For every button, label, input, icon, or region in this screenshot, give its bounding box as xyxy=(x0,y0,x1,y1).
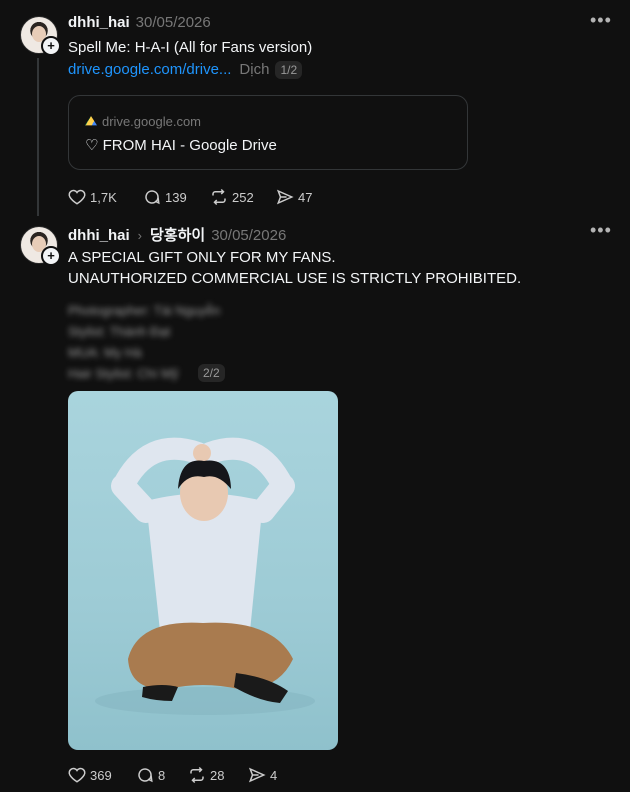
link-preview-card[interactable]: drive.google.com ♡ FROM HAI - Google Dri… xyxy=(68,95,468,170)
comment-button[interactable]: 139 xyxy=(143,188,187,206)
credit-line: MUA: My Hà xyxy=(68,345,142,360)
share-button[interactable]: 4 xyxy=(248,766,277,784)
timestamp[interactable]: 30/05/2026 xyxy=(211,227,286,244)
comment-icon xyxy=(138,768,153,783)
topic-tag[interactable]: 당홍하이 xyxy=(150,227,205,244)
repost-icon xyxy=(212,188,226,206)
card-title: ♡ FROM HAI - Google Drive xyxy=(85,137,277,154)
repost-icon xyxy=(190,766,204,784)
share-count: 47 xyxy=(298,190,313,205)
post-photo[interactable] xyxy=(68,391,338,750)
comment-button[interactable]: 8 xyxy=(136,766,165,784)
username[interactable]: dhhi_hai xyxy=(68,14,130,31)
thread-line xyxy=(37,58,39,216)
repost-count: 28 xyxy=(210,768,225,783)
comment-count: 8 xyxy=(158,768,166,783)
follow-plus-icon[interactable]: + xyxy=(41,246,61,266)
more-options-icon[interactable]: ••• xyxy=(590,220,612,241)
follow-plus-icon[interactable]: + xyxy=(41,36,61,56)
link-row: drive.google.com/drive... Dịch 1/2 xyxy=(68,59,303,80)
send-icon xyxy=(248,767,266,783)
share-button[interactable]: 47 xyxy=(276,188,312,206)
post-line-2: UNAUTHORIZED COMMERCIAL USE IS STRICTLY … xyxy=(68,270,522,287)
timestamp[interactable]: 30/05/2026 xyxy=(136,14,211,31)
translate-button[interactable]: Dịch xyxy=(239,61,269,78)
page-indicator: 2/2 xyxy=(198,364,225,382)
comment-icon xyxy=(145,190,160,205)
card-domain: drive.google.com xyxy=(102,114,201,129)
heart-icon xyxy=(68,767,86,783)
post-line-1: A SPECIAL GIFT ONLY FOR MY FANS. xyxy=(68,249,336,266)
drive-link[interactable]: drive.google.com/drive... xyxy=(68,61,231,78)
like-count: 1,7K xyxy=(90,190,117,205)
send-icon xyxy=(276,189,294,205)
page-indicator: 1/2 xyxy=(275,61,303,79)
like-count: 369 xyxy=(90,768,112,783)
like-button[interactable]: 369 xyxy=(68,766,112,784)
card-domain-row: drive.google.com xyxy=(85,114,201,129)
like-button[interactable]: 1,7K xyxy=(68,188,117,206)
credit-line: Stylist: Thành Đạt xyxy=(68,324,171,339)
username[interactable]: dhhi_hai xyxy=(68,227,130,244)
chevron-right-icon: › xyxy=(137,228,143,243)
more-options-icon[interactable]: ••• xyxy=(590,10,612,31)
repost-count: 252 xyxy=(232,190,254,205)
credit-line: Photographer: Tài Nguyễn xyxy=(68,303,221,318)
google-drive-icon xyxy=(85,116,97,126)
post-title: Spell Me: H-A-I (All for Fans version) xyxy=(68,39,313,56)
username-row: dhhi_hai › 당홍하이 30/05/2026 xyxy=(68,224,286,245)
repost-button[interactable]: 252 xyxy=(210,188,254,206)
person-photo-illustration xyxy=(95,437,315,715)
repost-button[interactable]: 28 xyxy=(188,766,224,784)
heart-icon xyxy=(68,189,86,205)
share-count: 4 xyxy=(270,768,278,783)
username-row: dhhi_hai 30/05/2026 xyxy=(68,14,211,31)
comment-count: 139 xyxy=(165,190,187,205)
